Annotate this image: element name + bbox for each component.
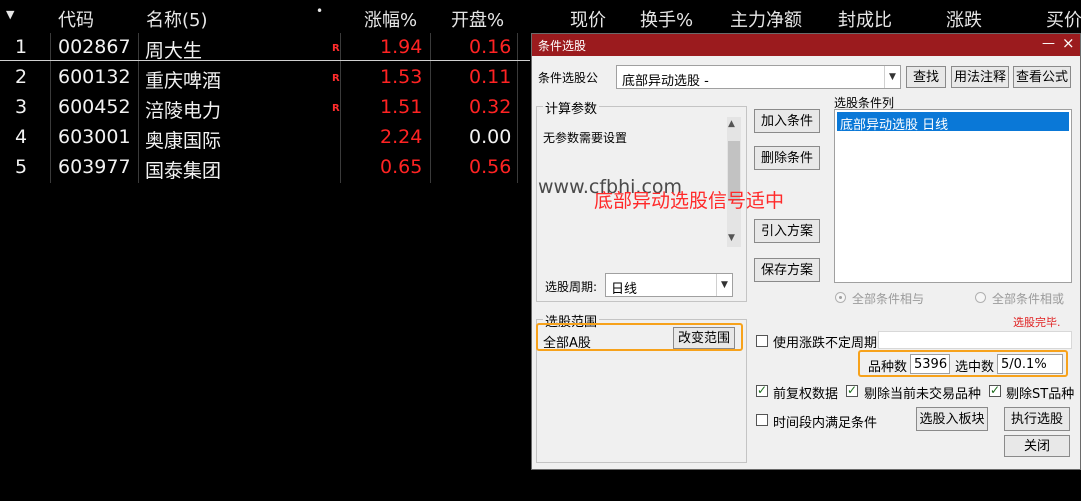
row-open-pct: 0.00	[469, 126, 512, 148]
row-index: 3	[15, 96, 28, 118]
formula-label: 条件选股公	[538, 71, 599, 85]
close-button[interactable]: 关闭	[1004, 435, 1070, 457]
chevron-down-icon[interactable]: ▼	[716, 274, 732, 296]
row-name: 奥康国际	[145, 130, 222, 152]
scroll-down-icon[interactable]: ▼	[728, 233, 735, 243]
formula-select[interactable]: 底部异动选股 - ▼	[616, 65, 901, 89]
row-name: 重庆啤酒	[145, 70, 222, 92]
col-header-seal-ratio[interactable]: 封成比	[838, 6, 892, 32]
col-header-buy[interactable]: 买价	[1046, 6, 1081, 32]
execute-select-button[interactable]: 执行选股	[1004, 407, 1070, 431]
usage-notes-button[interactable]: 用法注释	[951, 66, 1009, 88]
forward-adjust-checkbox[interactable]	[756, 383, 768, 397]
col-header-price[interactable]: 现价	[570, 6, 606, 32]
dialog-title-bar[interactable]: 条件选股 — ×	[532, 34, 1080, 56]
row-name: 涪陵电力	[145, 100, 222, 122]
row-index: 2	[15, 66, 28, 88]
signal-annotation: 底部异动选股信号适中	[594, 190, 785, 212]
params-text: 无参数需要设置	[543, 131, 628, 145]
row-name: 周大生	[145, 40, 203, 62]
use-variable-period-label: 使用涨跌不定周期	[773, 336, 878, 351]
col-header-open-pct[interactable]: 开盘%	[451, 6, 504, 32]
row-code: 600132	[58, 66, 131, 88]
exclude-notrade-label: 剔除当前未交易品种	[864, 387, 982, 402]
find-button[interactable]: 查找	[906, 66, 946, 88]
scope-highlight	[536, 323, 743, 351]
row-open-pct: 0.16	[469, 36, 512, 58]
condition-item-label: 底部异动选股 日线	[840, 118, 949, 133]
scroll-up-icon[interactable]: ▲	[728, 119, 735, 129]
forward-adjust-label: 前复权数据	[773, 387, 839, 402]
row-code: 600452	[58, 96, 131, 118]
count-highlight	[858, 350, 1068, 377]
save-scheme-button[interactable]: 保存方案	[754, 258, 820, 282]
exclude-st-label: 剔除ST品种	[1006, 387, 1075, 402]
row-change-pct: 1.51	[380, 96, 423, 118]
minimize-icon[interactable]: —	[1042, 36, 1055, 51]
condition-list[interactable]: 底部异动选股 日线	[834, 109, 1072, 283]
col-header-change-pct[interactable]: 涨幅%	[364, 6, 417, 32]
row-change-pct: 0.65	[380, 156, 423, 178]
col-header-change[interactable]: 涨跌	[946, 6, 982, 32]
delete-condition-button[interactable]: 删除条件	[754, 146, 820, 170]
variable-period-field[interactable]	[878, 331, 1072, 349]
radio-all-and-label: 全部条件相与	[852, 292, 925, 306]
radio-all-or[interactable]	[975, 292, 986, 303]
period-within-label: 时间段内满足条件	[773, 416, 878, 431]
row-change-pct: 1.53	[380, 66, 423, 88]
table-header: ▼ 代码 名称(5) • 涨幅% 开盘% 现价 换手% 主力净额 封成比 涨跌 …	[0, 0, 1081, 33]
row-open-pct: 0.11	[469, 66, 512, 88]
use-variable-period-checkbox[interactable]	[756, 335, 768, 347]
close-icon[interactable]: ×	[1062, 34, 1075, 52]
condition-select-dialog: 条件选股 — × 条件选股公 底部异动选股 - ▼ 查找 用法注释 查看公式 计…	[531, 33, 1081, 470]
chevron-down-icon[interactable]: ▼	[884, 66, 900, 88]
col-header-dot: •	[316, 4, 324, 18]
exclude-st-checkbox[interactable]	[989, 383, 1001, 397]
col-header-code[interactable]: 代码	[58, 6, 94, 32]
formula-value: 底部异动选股 -	[622, 74, 709, 89]
r-flag: R	[332, 43, 340, 54]
row-open-pct: 0.56	[469, 156, 512, 178]
row-code: 603001	[58, 126, 131, 148]
params-scrollbar[interactable]: ▲ ▼	[727, 117, 741, 247]
row-index: 1	[15, 36, 28, 58]
col-header-name[interactable]: 名称(5)	[146, 6, 208, 32]
sort-toggle-icon[interactable]: ▼	[6, 8, 14, 21]
period-within-checkbox[interactable]	[756, 414, 768, 426]
period-select[interactable]: 日线 ▼	[605, 273, 733, 297]
row-change-pct: 1.94	[380, 36, 423, 58]
row-open-pct: 0.32	[469, 96, 512, 118]
add-to-block-button[interactable]: 选股入板块	[916, 407, 988, 431]
add-condition-button[interactable]: 加入条件	[754, 109, 820, 133]
done-status: 选股完毕.	[1013, 316, 1061, 329]
radio-all-and[interactable]	[835, 292, 846, 303]
condition-list-item[interactable]: 底部异动选股 日线	[837, 112, 1069, 133]
exclude-notrade-checkbox[interactable]	[846, 383, 858, 397]
col-header-main-net[interactable]: 主力净额	[730, 6, 802, 32]
view-formula-button[interactable]: 查看公式	[1013, 66, 1071, 88]
row-index: 4	[15, 126, 28, 148]
r-flag: R	[332, 73, 340, 84]
row-code: 002867	[58, 36, 131, 58]
radio-all-or-label: 全部条件相或	[992, 292, 1065, 306]
r-flag: R	[332, 103, 340, 114]
row-change-pct: 2.24	[380, 126, 423, 148]
period-label: 选股周期:	[545, 280, 598, 294]
col-header-turnover[interactable]: 换手%	[640, 6, 693, 32]
row-name: 国泰集团	[145, 160, 222, 182]
row-index: 5	[15, 156, 28, 178]
params-group-title: 计算参数	[543, 98, 600, 117]
dialog-title: 条件选股	[538, 39, 587, 53]
row-code: 603977	[58, 156, 131, 178]
import-scheme-button[interactable]: 引入方案	[754, 219, 820, 243]
period-value: 日线	[611, 282, 638, 297]
